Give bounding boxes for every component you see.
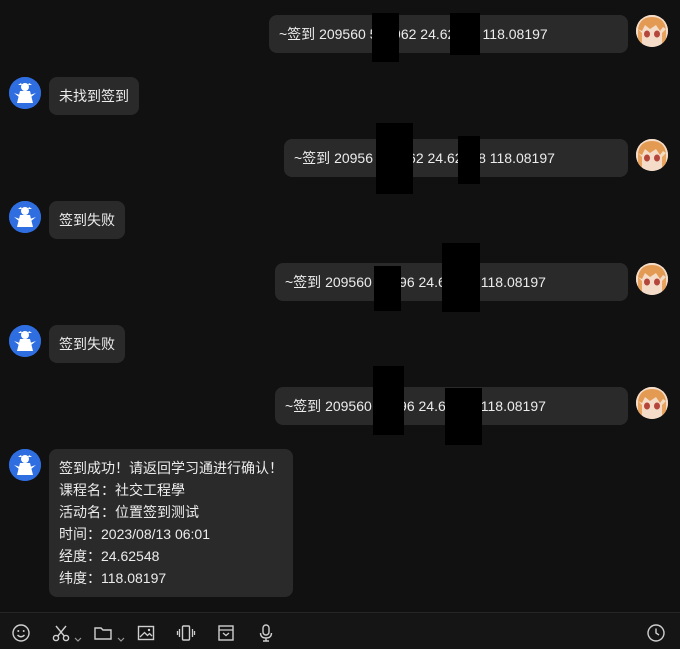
user-avatar[interactable] (636, 263, 668, 295)
user-avatar[interactable] (636, 387, 668, 419)
user-avatar[interactable] (636, 139, 668, 171)
redaction-block (373, 366, 404, 435)
user-message[interactable]: ~签到 20956 567962 24.62548 118.08197 (284, 139, 628, 177)
microphone-icon[interactable] (255, 622, 277, 644)
bot-message[interactable]: 签到失败 (49, 325, 125, 363)
shake-icon[interactable] (175, 622, 197, 644)
message-text: ~签到 209560 567962 24.62548 118.08197 (279, 26, 548, 42)
user-avatar[interactable] (636, 15, 668, 47)
redaction-block (442, 243, 480, 312)
message-text: 签到失败 (59, 336, 115, 352)
message-line: 签到成功！请返回学习通进行确认！ (59, 460, 283, 476)
message-line: 纬度：118.08197 (59, 570, 167, 586)
message-text: 签到失败 (59, 212, 115, 228)
redaction-block (450, 13, 480, 55)
inbox-icon[interactable] (215, 622, 237, 644)
message-line: 课程名：社交工程學 (59, 482, 185, 498)
message-text: 未找到签到 (59, 88, 129, 104)
redaction-block (445, 388, 482, 445)
bot-message[interactable]: 未找到签到 (49, 77, 139, 115)
message-line: 时间：2023/08/13 06:01 (59, 526, 210, 542)
bot-message[interactable]: 签到成功！请返回学习通进行确认！ 课程名：社交工程學 活动名：位置签到测试 时间… (49, 449, 293, 597)
user-message[interactable]: ~签到 209560 567962 24.62548 118.08197 (269, 15, 628, 53)
redaction-block (376, 123, 413, 194)
scissors-icon[interactable] (50, 622, 72, 644)
message-text: ~签到 209560 56796 24.62548 118.08197 (285, 398, 546, 414)
chevron-down-icon[interactable] (74, 630, 82, 642)
redaction-block (374, 266, 401, 311)
bot-avatar[interactable] (9, 77, 41, 109)
emoji-icon[interactable] (10, 622, 32, 644)
bot-avatar[interactable] (9, 325, 41, 357)
chat-area: ~签到 209560 567962 24.62548 118.08197 未找到… (0, 0, 680, 612)
redaction-block (372, 13, 399, 62)
image-icon[interactable] (135, 622, 157, 644)
chevron-down-icon[interactable] (117, 630, 125, 642)
message-text: ~签到 20956 567962 24.62548 118.08197 (294, 150, 555, 166)
bot-message[interactable]: 签到失败 (49, 201, 125, 239)
message-line: 活动名：位置签到测试 (59, 504, 199, 520)
bot-avatar[interactable] (9, 201, 41, 233)
message-text: ~签到 209560 56796 24.62548 118.08197 (285, 274, 546, 290)
folder-icon[interactable] (92, 622, 114, 644)
history-icon[interactable] (645, 622, 667, 644)
redaction-block (458, 136, 480, 184)
bot-avatar[interactable] (9, 449, 41, 481)
input-toolbar (0, 612, 680, 649)
message-line: 经度：24.62548 (59, 548, 160, 564)
